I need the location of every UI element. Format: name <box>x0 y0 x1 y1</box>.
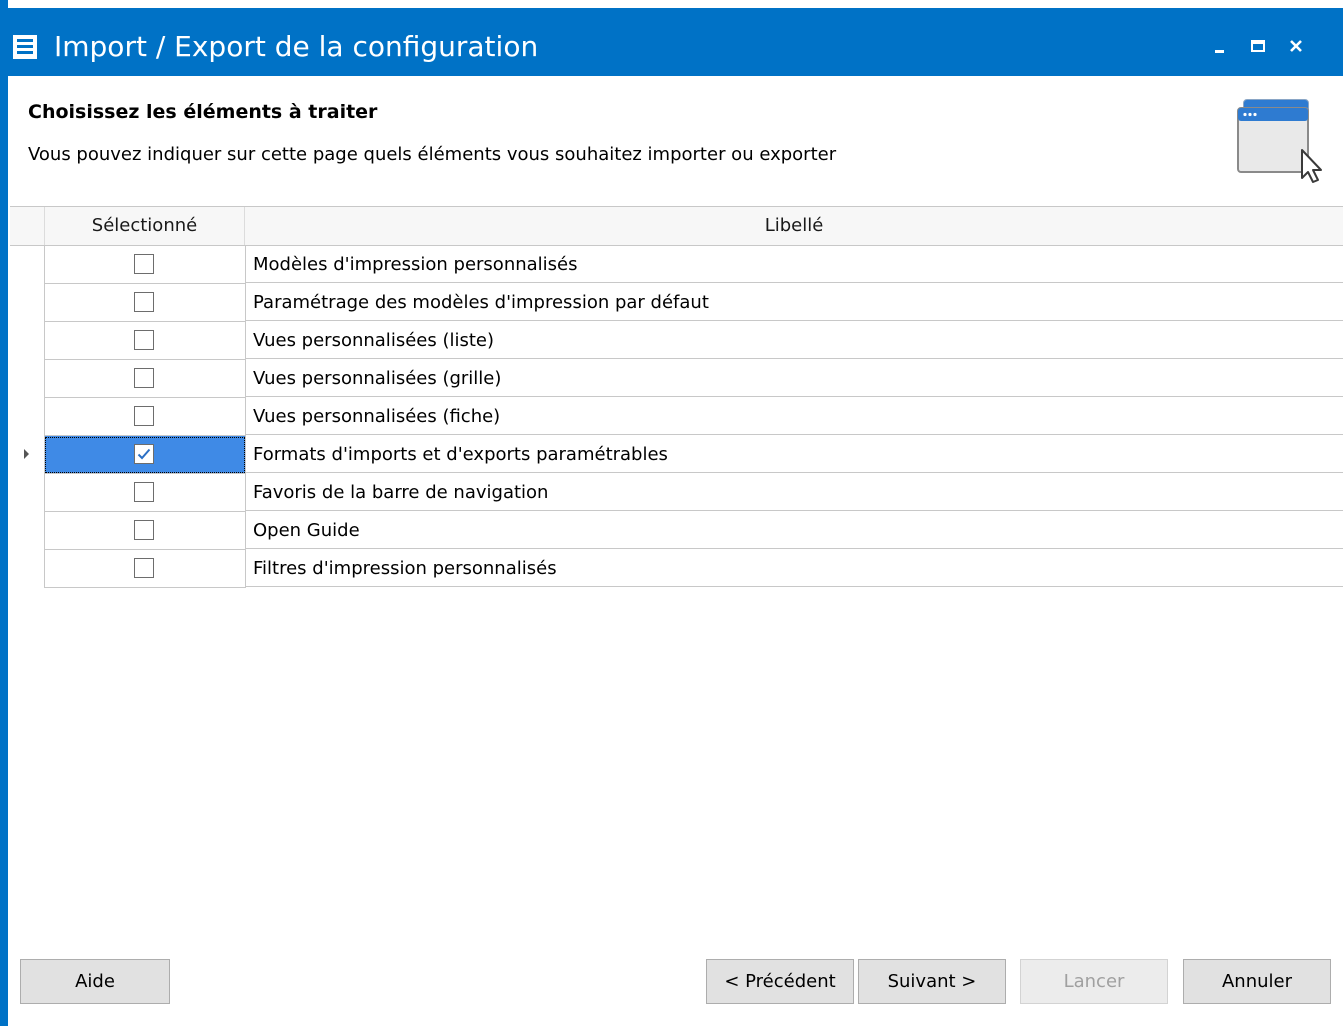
row-checkbox[interactable] <box>134 558 154 578</box>
table-row[interactable]: Favoris de la barre de navigation <box>10 474 1343 512</box>
row-indicator[interactable] <box>10 512 44 550</box>
window-title: Import / Export de la configuration <box>54 30 539 63</box>
maximize-icon <box>1244 32 1276 62</box>
selected-cell[interactable] <box>44 550 246 588</box>
minimize-icon <box>1206 32 1238 62</box>
row-indicator[interactable] <box>10 474 44 512</box>
row-indicator[interactable] <box>10 246 44 284</box>
maximize-button[interactable] <box>1244 32 1276 62</box>
window-cursor-icon <box>1228 96 1328 186</box>
selected-cell[interactable] <box>44 322 246 360</box>
table-row[interactable]: Vues personnalisées (grille) <box>10 360 1343 398</box>
row-checkbox[interactable] <box>134 368 154 388</box>
selected-cell[interactable] <box>44 512 246 550</box>
selected-cell[interactable] <box>44 436 246 474</box>
page-heading: Choisissez les éléments à traiter <box>28 101 378 123</box>
row-checkbox[interactable] <box>134 292 154 312</box>
row-indicator[interactable] <box>10 550 44 588</box>
row-checkbox[interactable] <box>134 254 154 274</box>
column-header-selected[interactable]: Sélectionné <box>45 207 245 245</box>
row-checkbox[interactable] <box>134 330 154 350</box>
grid-header: Sélectionné Libellé <box>10 207 1343 246</box>
checkmark-icon <box>137 448 151 460</box>
launch-button: Lancer <box>1020 959 1168 1004</box>
close-icon <box>1282 32 1314 62</box>
previous-button[interactable]: < Précédent <box>706 959 854 1004</box>
row-indicator-header <box>10 207 45 245</box>
dialog-window: Import / Export de la configuration Choi… <box>0 0 1343 1026</box>
table-row[interactable]: Open Guide <box>10 512 1343 550</box>
selected-cell[interactable] <box>44 398 246 436</box>
label-cell[interactable]: Vues personnalisées (fiche) <box>245 398 1343 435</box>
row-indicator[interactable] <box>10 436 44 474</box>
label-cell[interactable]: Open Guide <box>245 512 1343 549</box>
selected-cell[interactable] <box>44 360 246 398</box>
close-button[interactable] <box>1282 32 1314 62</box>
row-checkbox[interactable] <box>134 482 154 502</box>
label-cell[interactable]: Modèles d'impression personnalisés <box>245 246 1343 283</box>
next-button[interactable]: Suivant > <box>858 959 1006 1004</box>
selected-cell[interactable] <box>44 246 246 284</box>
row-checkbox[interactable] <box>134 406 154 426</box>
label-cell[interactable]: Favoris de la barre de navigation <box>245 474 1343 511</box>
minimize-button[interactable] <box>1206 32 1238 62</box>
current-row-arrow-icon <box>24 449 29 459</box>
page-header: Choisissez les éléments à traiter Vous p… <box>8 76 1343 183</box>
table-row[interactable]: Vues personnalisées (liste) <box>10 322 1343 360</box>
column-header-label[interactable]: Libellé <box>245 207 1343 245</box>
table-row[interactable]: Modèles d'impression personnalisés <box>10 246 1343 284</box>
selection-grid: Sélectionné Libellé Modèles d'impression… <box>10 206 1343 932</box>
label-cell[interactable]: Vues personnalisées (liste) <box>245 322 1343 359</box>
table-row[interactable]: Formats d'imports et d'exports paramétra… <box>10 436 1343 474</box>
row-indicator[interactable] <box>10 398 44 436</box>
help-button[interactable]: Aide <box>20 959 170 1004</box>
label-cell[interactable]: Paramétrage des modèles d'impression par… <box>245 284 1343 321</box>
footer: Aide < Précédent Suivant > Lancer Annule… <box>8 931 1343 1026</box>
table-row[interactable]: Filtres d'impression personnalisés <box>10 550 1343 588</box>
row-checkbox[interactable] <box>134 444 154 464</box>
row-indicator[interactable] <box>10 284 44 322</box>
table-row[interactable]: Paramétrage des modèles d'impression par… <box>10 284 1343 322</box>
label-cell[interactable]: Formats d'imports et d'exports paramétra… <box>245 436 1343 473</box>
table-row[interactable]: Vues personnalisées (fiche) <box>10 398 1343 436</box>
page-description: Vous pouvez indiquer sur cette page quel… <box>28 144 837 165</box>
row-indicator[interactable] <box>10 322 44 360</box>
title-bar[interactable]: Import / Export de la configuration <box>0 8 1343 76</box>
label-cell[interactable]: Filtres d'impression personnalisés <box>245 550 1343 587</box>
label-cell[interactable]: Vues personnalisées (grille) <box>245 360 1343 397</box>
row-checkbox[interactable] <box>134 520 154 540</box>
app-list-icon <box>12 34 38 60</box>
selected-cell[interactable] <box>44 474 246 512</box>
selected-cell[interactable] <box>44 284 246 322</box>
row-indicator[interactable] <box>10 360 44 398</box>
cancel-button[interactable]: Annuler <box>1183 959 1331 1004</box>
